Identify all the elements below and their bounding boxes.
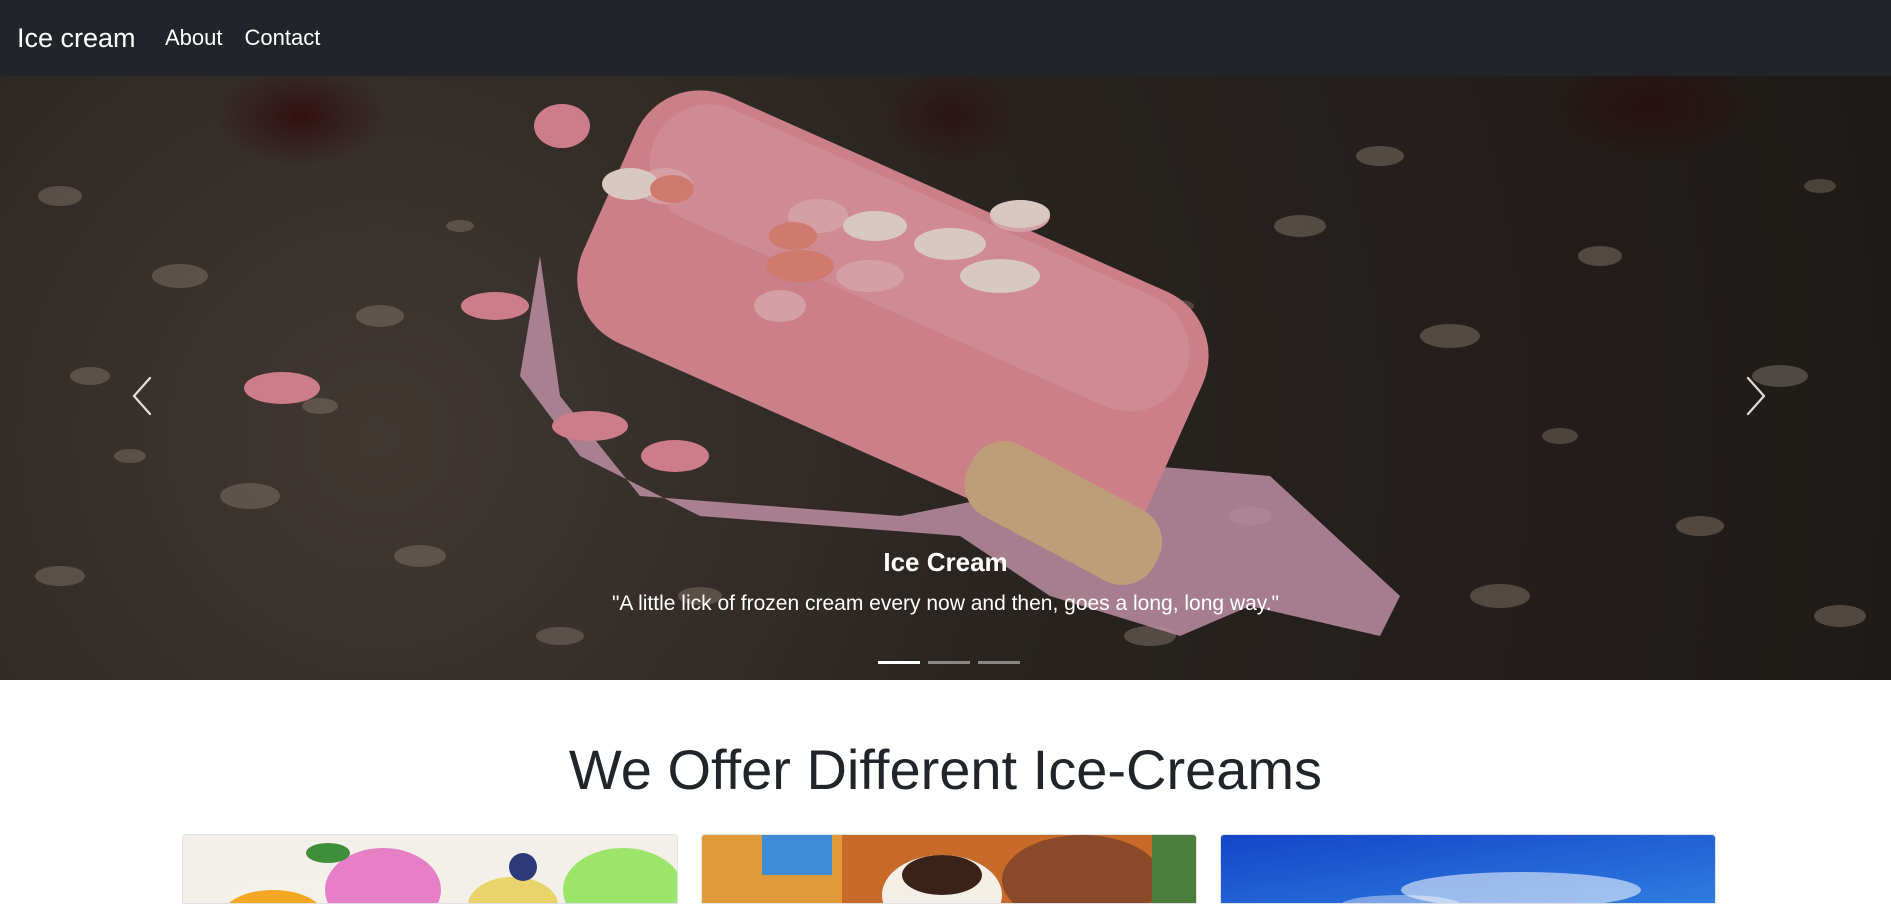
nav-links: About Contact bbox=[165, 22, 320, 54]
caption-title: Ice Cream bbox=[883, 547, 1008, 577]
carousel-prev-button[interactable] bbox=[122, 366, 162, 426]
navbar: Ice cream About Contact bbox=[0, 0, 1891, 76]
hero-carousel: Ice Cream "A little lick of frozen cream… bbox=[0, 76, 1891, 680]
carousel-indicator[interactable] bbox=[878, 661, 920, 664]
carousel-indicators bbox=[878, 661, 1020, 664]
caption-text: "A little lick of frozen cream every now… bbox=[611, 592, 1280, 615]
carousel-indicator[interactable] bbox=[978, 661, 1020, 664]
chevron-right-icon bbox=[1746, 376, 1766, 416]
carousel-indicator[interactable] bbox=[928, 661, 970, 664]
nav-link-contact[interactable]: Contact bbox=[245, 22, 321, 54]
carousel-next-button[interactable] bbox=[1736, 366, 1776, 426]
nav-link-about[interactable]: About bbox=[165, 22, 223, 54]
card-image-scoops bbox=[183, 835, 677, 903]
section-title: We Offer Different Ice-Creams bbox=[568, 738, 1323, 801]
ice-cream-card[interactable] bbox=[701, 834, 1197, 904]
ice-cream-card[interactable] bbox=[182, 834, 678, 904]
carousel-caption: Ice Cream "A little lick of frozen cream… bbox=[0, 546, 1891, 618]
card-image-sundae bbox=[702, 835, 1196, 903]
chevron-left-icon bbox=[132, 376, 152, 416]
ice-cream-card[interactable] bbox=[1220, 834, 1716, 904]
card-image-sky bbox=[1221, 835, 1715, 903]
navbar-brand[interactable]: Ice cream bbox=[17, 20, 136, 56]
